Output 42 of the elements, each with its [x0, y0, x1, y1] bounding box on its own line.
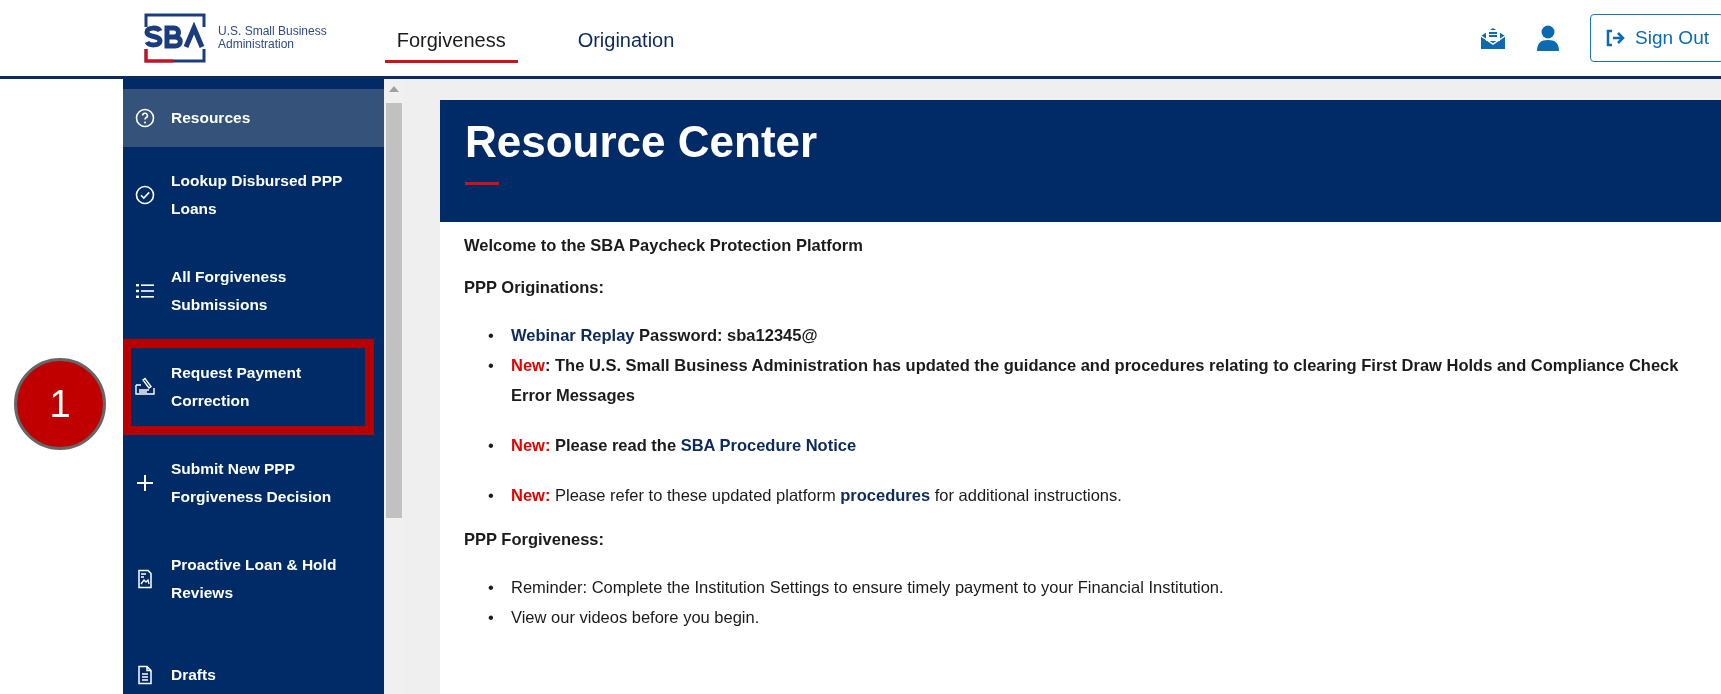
sidebar-item[interactable]: Lookup Disbursed PPP Loans	[123, 147, 384, 243]
list-item: Webinar Replay Password: sba12345@	[511, 325, 818, 346]
page-title: Resource Center	[465, 116, 818, 168]
nav-tab[interactable]: Origination	[565, 17, 687, 63]
bullet: •	[488, 577, 495, 598]
document-icon	[135, 665, 155, 685]
welcome-text: Welcome to the SBA Paycheck Protection Platform	[464, 236, 864, 255]
list-item: View our videos before you begin.	[511, 607, 760, 628]
link[interactable]: SBA Procedure Notice	[680, 436, 857, 454]
bullet: •	[488, 435, 495, 456]
list-item: New: Please read the SBA Procedure Notice	[511, 435, 857, 456]
bullet: •	[488, 325, 495, 346]
link[interactable]: Webinar Replay	[511, 326, 635, 344]
section-heading: PPP Originations:	[464, 278, 605, 297]
step-number-badge: 1	[14, 358, 106, 450]
check-circle-icon	[135, 185, 155, 205]
mail-icon[interactable]	[1480, 25, 1507, 51]
sidebar-item[interactable]: Submit New PPP Forgiveness Decision	[123, 435, 384, 531]
sidebar-item[interactable]: Proactive Loan & Hold Reviews	[123, 531, 384, 627]
nav-tab[interactable]: Forgiveness	[384, 17, 518, 63]
sidebar-item[interactable]: Drafts	[123, 627, 384, 694]
bullet: •	[488, 607, 495, 628]
list-icon	[135, 281, 155, 301]
list-item: New: The U.S. Small Business Administration has updated the guidance and procedures relating to clearing First Draw Holds and Compliance Check Error Messages	[511, 355, 1680, 406]
sign-out-button[interactable]: Sign Out	[1590, 14, 1721, 62]
sidebar-item[interactable]: Resources	[123, 89, 384, 147]
user-icon[interactable]	[1536, 25, 1561, 51]
list-item: New: Please refer to these updated platform procedures for additional instructions.	[511, 485, 1122, 506]
list-item: Reminder: Complete the Institution Settings to ensure timely payment to your Financial Institution.	[511, 577, 1224, 598]
scrollbar[interactable]	[384, 79, 404, 694]
link[interactable]: procedures	[840, 486, 931, 504]
plus-icon	[135, 473, 155, 493]
sidebar-item[interactable]: Request Payment Correction	[123, 339, 384, 435]
bullet: •	[488, 485, 495, 506]
logo-text: U.S. Small Business Administration	[218, 25, 327, 51]
bullet: •	[488, 355, 495, 376]
help-icon	[135, 108, 155, 128]
section-heading: PPP Forgiveness:	[464, 530, 605, 549]
sign-out-icon	[1605, 29, 1626, 47]
sidebar-item[interactable]: All Forgiveness Submissions	[123, 243, 384, 339]
signature-icon	[135, 377, 155, 397]
image-document-icon	[135, 569, 155, 589]
